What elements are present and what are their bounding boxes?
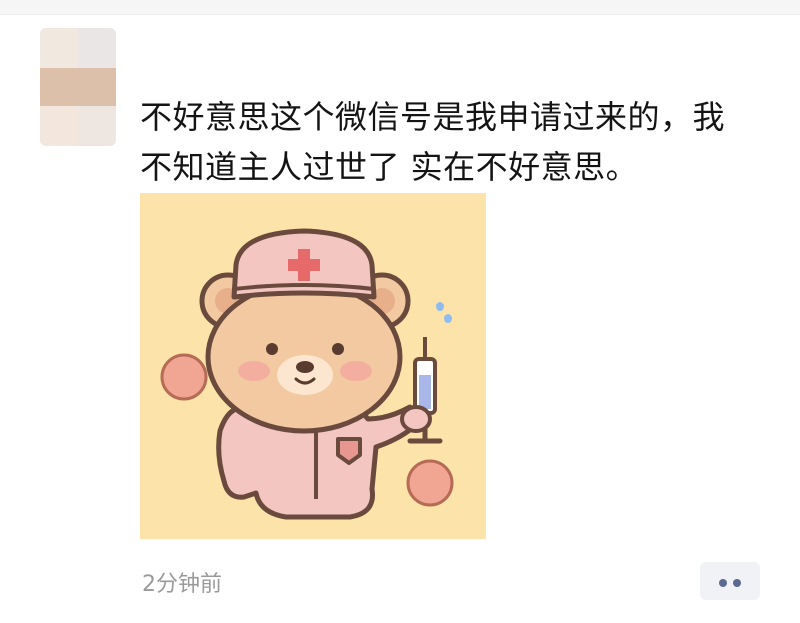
avatar[interactable] — [40, 28, 116, 146]
post-photo[interactable] — [140, 193, 486, 539]
nose — [296, 361, 314, 373]
decor-circle-left — [160, 353, 208, 401]
dot-2 — [733, 578, 741, 587]
post-text: 不好意思这个微信号是我申请过来的，我 不知道主人过世了 实在不好意思。 — [140, 92, 760, 192]
pocket — [336, 437, 362, 465]
post-time: 2分钟前 — [142, 572, 222, 597]
more-button[interactable] — [700, 562, 760, 600]
decor-circle-right — [406, 459, 454, 507]
more-dots-icon — [716, 572, 744, 591]
top-divider — [0, 0, 800, 15]
post-text-line-2: 不知道主人过世了 实在不好意思。 — [140, 148, 639, 186]
eye-right — [332, 343, 344, 355]
blush-left — [238, 361, 270, 381]
syringe-fluid — [419, 375, 431, 409]
eye-left — [266, 343, 278, 355]
dot-1 — [719, 578, 727, 587]
post-text-line-1: 不好意思这个微信号是我申请过来的，我 — [140, 98, 726, 136]
blush-right — [340, 361, 372, 381]
nurse-bear-illustration — [160, 228, 454, 520]
moments-post: 不好意思这个微信号是我申请过来的，我 不知道主人过世了 实在不好意思。 2分钟前 — [0, 0, 800, 623]
drop-1 — [444, 314, 452, 323]
drop-2 — [436, 302, 444, 311]
paw-right — [400, 405, 432, 433]
